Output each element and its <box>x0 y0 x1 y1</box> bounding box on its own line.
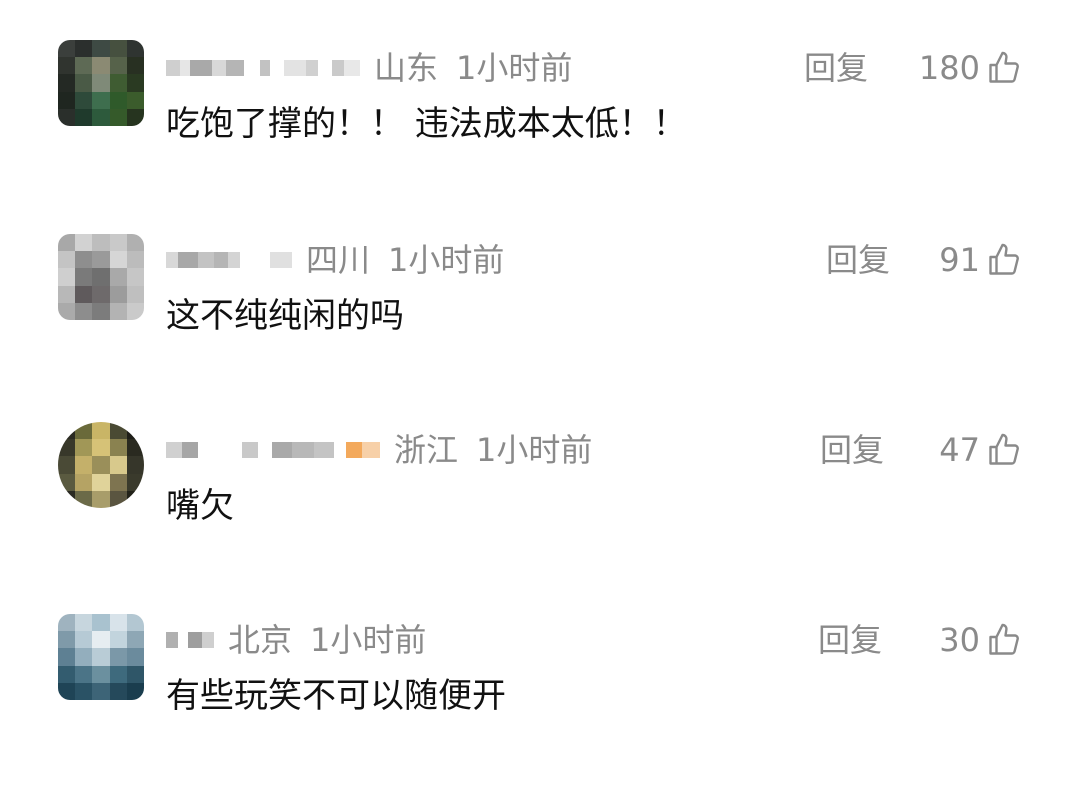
like-button[interactable]: 91 <box>939 238 1022 282</box>
like-button[interactable]: 47 <box>939 428 1022 472</box>
thumbs-up-icon[interactable] <box>986 50 1022 86</box>
reply-button[interactable]: 回复 <box>804 46 868 90</box>
reply-button[interactable]: 回复 <box>820 428 884 472</box>
comment-header: 山东 1小时前 <box>166 46 572 90</box>
comment-text: 这不纯纯闲的吗 <box>166 296 404 336</box>
comment-item: 四川 1小时前 回复 91 这不纯纯闲的吗 <box>0 232 1080 412</box>
thumbs-up-icon[interactable] <box>986 432 1022 468</box>
username[interactable] <box>166 46 360 90</box>
like-count: 180 <box>918 49 980 87</box>
comment-text: 有些玩笑不可以随便开 <box>166 676 506 716</box>
like-button[interactable]: 180 <box>919 46 1022 90</box>
region-label: 浙江 <box>394 431 459 469</box>
like-button[interactable]: 30 <box>939 618 1022 662</box>
username[interactable] <box>166 428 380 472</box>
reply-button[interactable]: 回复 <box>826 238 890 282</box>
comment-header: 四川 1小时前 <box>166 238 504 282</box>
avatar[interactable] <box>58 40 144 126</box>
avatar[interactable] <box>58 614 144 700</box>
region-label: 山东 <box>374 49 439 87</box>
comment-item: 浙江 1小时前 回复 47 嘴欠 <box>0 422 1080 602</box>
like-count: 30 <box>939 621 980 659</box>
comment-text: 吃饱了撑的！！ 违法成本太低！！ <box>166 104 687 144</box>
thumbs-up-icon[interactable] <box>986 242 1022 278</box>
timestamp: 1小时前 <box>456 49 573 87</box>
thumbs-up-icon[interactable] <box>986 622 1022 658</box>
timestamp: 1小时前 <box>310 621 427 659</box>
comment-item: 山东 1小时前 回复 180 吃饱了撑的！！ 违法成本太低！！ <box>0 40 1080 220</box>
timestamp: 1小时前 <box>476 431 593 469</box>
region-label: 四川 <box>306 241 371 279</box>
like-count: 47 <box>939 431 980 469</box>
reply-button[interactable]: 回复 <box>818 618 882 662</box>
like-count: 91 <box>939 241 980 279</box>
username[interactable] <box>166 618 214 662</box>
comment-header: 浙江 1小时前 <box>166 428 592 472</box>
avatar[interactable] <box>58 234 144 320</box>
comment-item: 北京 1小时前 回复 30 有些玩笑不可以随便开 <box>0 612 1080 792</box>
username[interactable] <box>166 238 292 282</box>
avatar[interactable] <box>58 422 144 508</box>
comment-header: 北京 1小时前 <box>166 618 426 662</box>
timestamp: 1小时前 <box>388 241 505 279</box>
comment-text: 嘴欠 <box>166 486 234 526</box>
region-label: 北京 <box>228 621 293 659</box>
